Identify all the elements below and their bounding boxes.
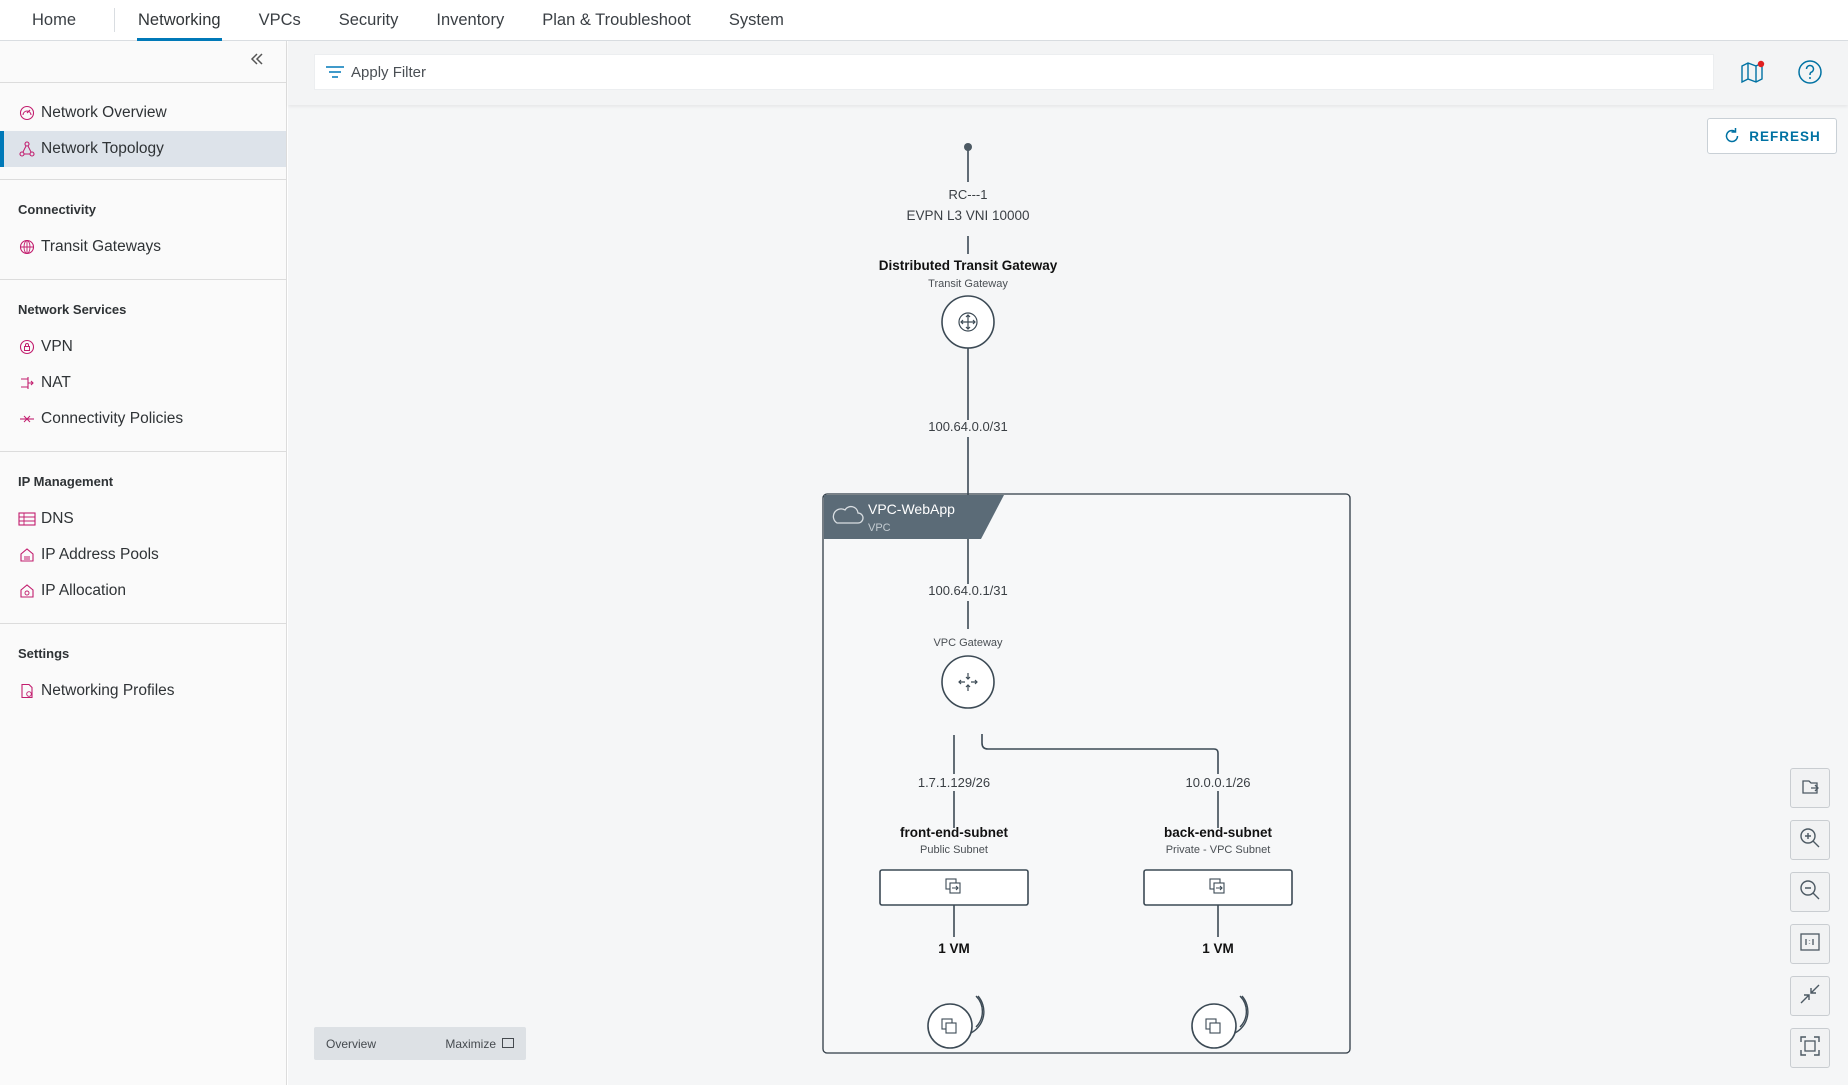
sidebar-item-label: VPN xyxy=(41,338,73,355)
sidebar-item-label: IP Address Pools xyxy=(41,546,159,563)
sidebar-item-label: IP Allocation xyxy=(41,582,127,599)
edge-router-name: RC---1 xyxy=(949,187,988,202)
sidebar: Network Overview Network Topology Connec… xyxy=(0,41,287,1085)
tab-home[interactable]: Home xyxy=(0,0,114,40)
overview-bar: Overview Maximize xyxy=(314,1027,526,1060)
sidebar-item-transit-gateways[interactable]: Transit Gateways xyxy=(0,229,286,265)
sidebar-item-ip-allocation[interactable]: IP Allocation xyxy=(0,573,286,609)
maximize-button[interactable]: Maximize xyxy=(445,1037,514,1051)
transit-gateway-node[interactable]: Distributed Transit Gateway Transit Gate… xyxy=(879,258,1058,349)
sidebar-item-label: DNS xyxy=(41,510,74,527)
sidebar-item-label: Networking Profiles xyxy=(41,682,175,699)
sidebar-item-label: Connectivity Policies xyxy=(41,410,184,427)
subnet-name: front-end-subnet xyxy=(900,825,1008,840)
maximize-label: Maximize xyxy=(445,1036,496,1051)
collapse-view-button[interactable] xyxy=(1790,976,1830,1016)
ip-pool-icon xyxy=(18,546,36,564)
export-icon xyxy=(1799,775,1821,802)
uplink-cidr-label: 100.64.0.0/31 xyxy=(928,419,1008,434)
double-chevron-left-icon[interactable] xyxy=(246,51,268,71)
sidebar-section-settings: Settings Networking Profiles xyxy=(0,624,286,723)
transit-gateway-icon xyxy=(958,312,978,332)
vpc-uplink-cidr-label: 100.64.0.1/31 xyxy=(928,583,1008,598)
sidebar-section-ip-management: IP Management DNS IP Address Pools IP Al… xyxy=(0,452,286,624)
tab-inventory[interactable]: Inventory xyxy=(417,0,523,40)
sidebar-item-label: NAT xyxy=(41,374,71,391)
top-nav: Home Networking VPCs Security Inventory … xyxy=(0,0,1848,41)
nav-divider xyxy=(114,8,116,32)
sidebar-collapse-row xyxy=(0,41,286,83)
export-button[interactable] xyxy=(1790,768,1830,808)
sidebar-item-label: Network Overview xyxy=(41,104,167,121)
dns-icon xyxy=(18,510,36,528)
topology-icon xyxy=(18,140,36,158)
sidebar-item-dns[interactable]: DNS xyxy=(0,501,286,537)
ip-allocation-icon xyxy=(18,582,36,600)
subnet-cidr-label: 10.0.0.1/26 xyxy=(1185,775,1250,790)
subnet-type: Public Subnet xyxy=(920,844,988,856)
sidebar-section-title: Settings xyxy=(18,646,70,661)
sidebar-item-network-overview[interactable]: Network Overview xyxy=(0,95,286,131)
transit-gateway-name: Distributed Transit Gateway xyxy=(879,258,1058,273)
subnet-type: Private - VPC Subnet xyxy=(1166,844,1271,856)
globe-icon xyxy=(18,238,36,256)
vm-count: 1 VM xyxy=(938,941,970,956)
sidebar-item-networking-profiles[interactable]: Networking Profiles xyxy=(0,673,286,709)
lock-icon xyxy=(18,338,36,356)
zoom-out-icon xyxy=(1799,879,1821,906)
sidebar-item-ip-address-pools[interactable]: IP Address Pools xyxy=(0,537,286,573)
sidebar-item-label: Network Topology xyxy=(41,140,164,157)
gauge-icon xyxy=(18,104,36,122)
tab-plan-troubleshoot[interactable]: Plan & Troubleshoot xyxy=(523,0,710,40)
maximize-icon xyxy=(502,1037,514,1051)
sidebar-item-label: Transit Gateways xyxy=(41,238,162,255)
vm-count: 1 VM xyxy=(1202,941,1234,956)
vpc-gateway-name: VPC Gateway xyxy=(933,637,1003,649)
actual-size-icon xyxy=(1799,931,1821,958)
sidebar-item-nat[interactable]: NAT xyxy=(0,365,286,401)
tab-networking[interactable]: Networking xyxy=(119,0,240,41)
sidebar-top-block: Network Overview Network Topology xyxy=(0,83,286,180)
policy-icon xyxy=(18,410,36,428)
sidebar-item-connectivity-policies[interactable]: Connectivity Policies xyxy=(0,401,286,437)
collapse-arrows-icon xyxy=(1799,983,1821,1010)
actual-size-button[interactable] xyxy=(1790,924,1830,964)
sidebar-section-network-services: Network Services VPN NAT Connectivity Po… xyxy=(0,280,286,452)
fit-screen-icon xyxy=(1799,1035,1821,1062)
zoom-in-icon xyxy=(1799,827,1821,854)
vpc-type: VPC xyxy=(868,522,891,534)
vpc-name: VPC-WebApp xyxy=(868,501,955,517)
edge-router-dot xyxy=(964,143,972,151)
topology-main: Apply Filter REFRESH VPC-WebApp VPC RC--… xyxy=(288,41,1848,1085)
zoom-out-button[interactable] xyxy=(1790,872,1830,912)
transit-gateway-type: Transit Gateway xyxy=(928,278,1008,290)
vpc-container[interactable]: VPC-WebApp VPC xyxy=(822,493,1351,1054)
sidebar-item-vpn[interactable]: VPN xyxy=(0,329,286,365)
tab-system[interactable]: System xyxy=(710,0,803,40)
topology-canvas[interactable]: VPC-WebApp VPC RC---1 EVPN L3 VNI 10000 xyxy=(288,41,1848,1085)
sidebar-section-title: Network Services xyxy=(18,302,127,317)
zoom-in-button[interactable] xyxy=(1790,820,1830,860)
sidebar-section-connectivity: Connectivity Transit Gateways xyxy=(0,180,286,280)
profile-icon xyxy=(18,682,36,700)
fit-to-screen-button[interactable] xyxy=(1790,1028,1830,1068)
subnet-cidr-label: 1.7.1.129/26 xyxy=(918,775,990,790)
overview-toggle[interactable]: Overview xyxy=(326,1037,376,1051)
sidebar-section-title: IP Management xyxy=(18,474,114,489)
nat-icon xyxy=(18,374,36,392)
edge-router-detail: EVPN L3 VNI 10000 xyxy=(906,208,1029,223)
sidebar-section-title: Connectivity xyxy=(18,202,97,217)
tab-vpcs[interactable]: VPCs xyxy=(240,0,320,40)
subnet-name: back-end-subnet xyxy=(1164,825,1273,840)
tab-security[interactable]: Security xyxy=(320,0,418,40)
sidebar-item-network-topology[interactable]: Network Topology xyxy=(0,131,286,167)
